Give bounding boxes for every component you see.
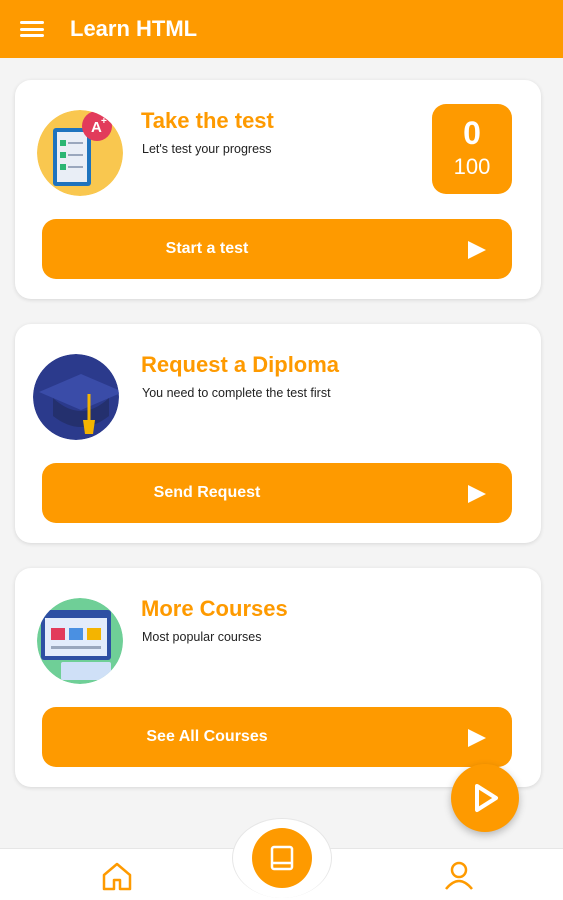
play-fab[interactable]	[451, 764, 519, 832]
see-all-courses-label: See All Courses	[146, 728, 268, 745]
test-illustration-icon: A +	[37, 110, 123, 196]
app-bar: Learn HTML	[0, 0, 563, 58]
play-icon	[468, 729, 486, 747]
courses-title: More Courses	[141, 596, 288, 621]
diploma-title: Request a Diploma	[141, 352, 340, 377]
start-test-label: Start a test	[165, 240, 249, 257]
book-icon[interactable]	[252, 828, 312, 888]
play-icon	[475, 784, 498, 812]
play-icon	[468, 485, 486, 503]
score-value: 0	[463, 115, 481, 151]
app-title: Learn HTML	[70, 16, 198, 41]
svg-text:+: +	[101, 116, 107, 127]
send-request-label: Send Request	[153, 484, 261, 501]
send-request-button[interactable]: Send Request	[42, 463, 512, 523]
menu-icon[interactable]	[18, 18, 46, 40]
see-all-courses-button[interactable]: See All Courses	[42, 707, 512, 767]
home-icon[interactable]	[100, 861, 134, 891]
play-icon	[468, 241, 486, 259]
test-card: A + Take the test Let's test your progre…	[15, 80, 541, 299]
score-badge: 0 100	[432, 104, 512, 194]
courses-illustration-icon	[37, 598, 123, 684]
user-icon[interactable]	[443, 861, 475, 891]
score-max: 100	[453, 154, 491, 179]
diploma-card: Request a Diploma You need to complete t…	[15, 324, 541, 543]
diploma-subtitle: You need to complete the test first	[142, 386, 331, 400]
courses-subtitle: Most popular courses	[142, 630, 262, 644]
start-test-button[interactable]: Start a test	[42, 219, 512, 279]
test-subtitle: Let's test your progress	[142, 142, 272, 156]
test-title: Take the test	[141, 108, 274, 133]
graduation-cap-icon	[33, 354, 119, 440]
courses-card: More Courses Most popular courses See Al…	[15, 568, 541, 787]
